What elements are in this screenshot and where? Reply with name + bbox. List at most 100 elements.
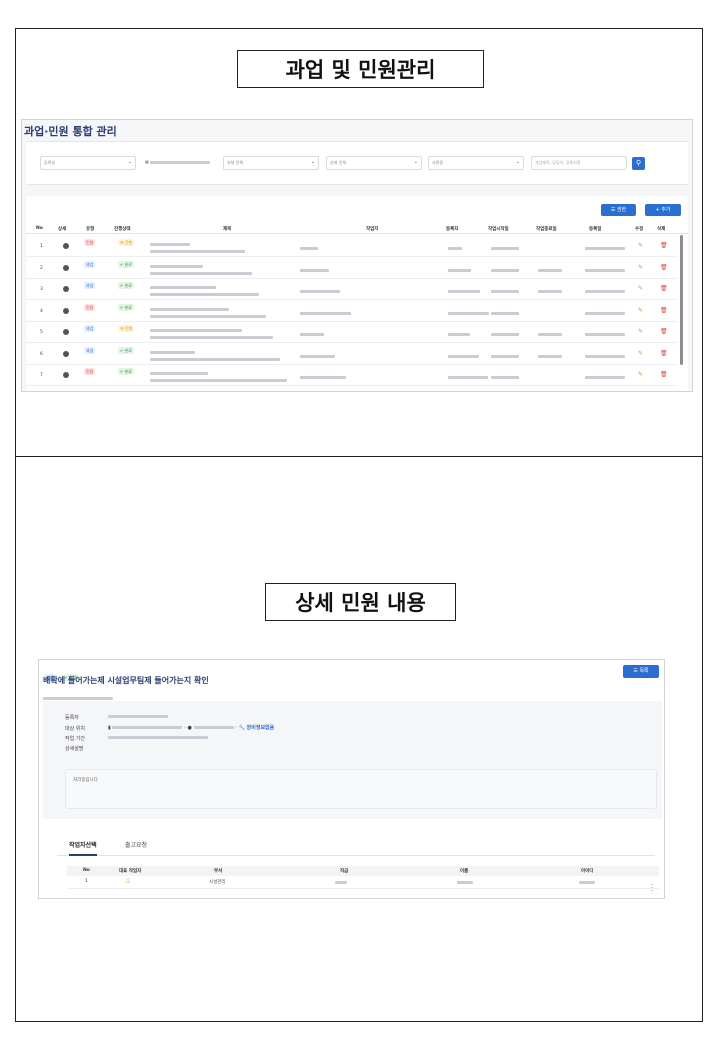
table-row[interactable]: 2 과업 ✔ 완료 ✎ 🗑︎ [26, 258, 678, 279]
tab-release-request[interactable]: 출고요청 [125, 840, 147, 849]
col-dept: 부서 [214, 869, 223, 874]
type-value: 유형 전체 [227, 160, 243, 165]
task-list-screenshot: 과업·민원 통합 관리 등록일 ⌄ ▦ 유형 전체 ⌄ 상태 전체 ⌄ 사용중 … [21, 119, 693, 392]
status-badge: ⚒ 진행 [118, 325, 135, 332]
more-options-icon[interactable]: · · · [651, 882, 653, 895]
complaint-detail-screenshot: 과업 ✔ 완료 배확에 들어가는제 시설업무팀제 들어가는지 확인 ☰ 목록 등… [38, 659, 665, 899]
table-row[interactable]: 3 과업 ✔ 완료 ✎ 🗑︎ [26, 279, 678, 300]
filter-bar: 등록일 ⌄ ▦ 유형 전체 ⌄ 상태 전체 ⌄ 사용중 ⌄ 과업제목, 담당자,… [26, 141, 688, 185]
bottom-panel: 상세 민원 내용 과업 ✔ 완료 배확에 들어가는제 시설업무팀제 들어가는지 … [15, 457, 703, 1022]
detail-section: 등록자 대상 위치 ▮ › ● › 🔧︎ 장비정보없음 작업 기간 상세설명 처… [43, 701, 662, 819]
row-no: 5 [40, 330, 43, 335]
col-location: 작업지 [366, 227, 379, 232]
table-row[interactable]: 1 👤︎ 시설관리 [67, 877, 659, 889]
wrench-icon: 🔧︎ [238, 725, 246, 731]
col-edit: 수정 [635, 227, 644, 232]
status-badge: ✔ 완료 [118, 346, 134, 354]
detail-icon[interactable] [63, 307, 69, 314]
search-input[interactable]: 과업제목, 담당자, 등록자명 [531, 156, 627, 170]
detail-icon[interactable] [63, 264, 69, 271]
date-type-value: 등록일 [44, 160, 56, 165]
edit-icon[interactable]: ✎ [638, 242, 643, 249]
equipment-link[interactable]: 장비정보없음 [247, 725, 275, 731]
floor-icon: ● [187, 725, 192, 731]
col-delete: 삭제 [657, 227, 666, 232]
chevron-right-icon: › [183, 725, 186, 731]
edit-icon[interactable]: ✎ [638, 350, 643, 357]
delete-icon[interactable]: 🗑︎ [660, 307, 668, 314]
list-button[interactable]: ☰ 목록 [623, 665, 659, 678]
delete-icon[interactable]: 🗑︎ [660, 285, 668, 292]
detail-icon[interactable] [63, 372, 69, 378]
worker-select[interactable]: 사용중 ⌄ [428, 156, 524, 170]
status-select[interactable]: 상태 전체 ⌄ [326, 156, 422, 170]
edit-icon[interactable]: ✎ [638, 264, 643, 271]
worker-table-header: No 대표 작업자 부서 직급 이름 아이디 [67, 866, 659, 876]
table-scrollbar[interactable] [680, 235, 683, 365]
col-no: No [83, 868, 90, 873]
col-title: 제목 [223, 227, 232, 232]
edit-icon[interactable]: ✎ [638, 328, 643, 335]
permission-label: 권한 [616, 207, 627, 213]
building-icon: ▮ [108, 725, 111, 731]
col-registrant: 등록자 [446, 227, 459, 232]
detail-icon[interactable] [63, 350, 69, 357]
edit-icon[interactable]: ✎ [638, 285, 643, 292]
table-row[interactable]: 7 민원 ✔ 완료 ✎ 🗑︎ [26, 365, 678, 386]
detail-icon[interactable] [63, 286, 69, 292]
date-range-value [150, 160, 211, 164]
delete-icon[interactable]: 🗑︎ [660, 242, 668, 249]
page-title: 과업·민원 통합 관리 [24, 125, 117, 138]
period-label: 작업 기간 [65, 736, 85, 742]
type-badge: 민원 [84, 368, 96, 375]
table-row[interactable]: 4 민원 ✔ 완료 ✎ 🗑︎ [26, 301, 678, 322]
row-no: 3 [40, 287, 43, 292]
add-button[interactable]: + 추가 [645, 204, 681, 216]
description-label: 상세설명 [65, 746, 84, 752]
search-button[interactable]: ⚲ [632, 157, 645, 170]
tab-worker-select[interactable]: 작업자선택 [69, 840, 97, 856]
delete-icon[interactable]: 🗑︎ [660, 371, 668, 378]
permission-button[interactable]: ☰ 권한 [601, 204, 636, 216]
registrant-label: 등록자 [65, 715, 79, 721]
edit-icon[interactable]: ✎ [638, 307, 643, 314]
detail-title: 배확에 들어가는제 시설업무팀제 들어가는지 확인 [43, 676, 209, 685]
date-range-input[interactable]: ▦ [142, 156, 216, 170]
type-select[interactable]: 유형 전체 ⌄ [223, 156, 319, 170]
location-value: ▮ › ● › 🔧︎ 장비정보없음 [108, 724, 274, 731]
worker-value: 사용중 [432, 160, 444, 165]
detail-icon[interactable] [63, 243, 69, 249]
chevron-down-icon: ⌄ [413, 159, 418, 165]
delete-icon[interactable]: 🗑︎ [660, 264, 668, 271]
col-end-date: 작업종료일 [536, 227, 557, 232]
col-id: 아이디 [581, 869, 594, 874]
type-badge: 과업 [84, 260, 96, 268]
table-row[interactable]: 1 민원 ⚒ 진행 ✎ 🗑︎ [26, 236, 678, 257]
type-badge: 과업 [84, 282, 96, 289]
row-no: 4 [40, 308, 43, 314]
lead-worker-icon[interactable]: 👤︎ [125, 879, 131, 884]
delete-icon[interactable]: 🗑︎ [660, 328, 668, 335]
col-lead-worker: 대표 작업자 [119, 869, 142, 874]
col-type: 유형 [86, 227, 95, 232]
row-no: 1 [40, 244, 43, 249]
edit-icon[interactable]: ✎ [638, 371, 643, 378]
calendar-icon: ▦ [145, 159, 149, 164]
type-badge: 민원 [84, 239, 96, 246]
list-button-label: 목록 [639, 668, 649, 674]
chevron-down-icon: ⌄ [515, 159, 520, 165]
table-row[interactable]: 5 과업 ⚒ 진행 ✎ 🗑︎ [26, 322, 678, 343]
delete-icon[interactable]: 🗑︎ [660, 350, 668, 357]
type-badge: 민원 [84, 303, 96, 311]
row-no: 7 [40, 373, 43, 378]
table-row[interactable]: 6 과업 ✔ 완료 ✎ 🗑︎ [26, 344, 678, 365]
detail-icon[interactable] [63, 329, 69, 335]
memo-box: 처리중입니다 [65, 769, 657, 809]
date-type-select[interactable]: 등록일 ⌄ [40, 156, 136, 170]
caption-task-management: 과업 및 민원관리 [237, 50, 484, 88]
col-reg-date: 등록일 [589, 227, 602, 232]
status-badge: ✔ 완료 [118, 368, 134, 375]
registrant-value [108, 714, 168, 720]
type-badge: 과업 [84, 325, 96, 332]
task-table: ☰ 권한 + 추가 No 상세 유형 진행상태 제목 작업지 등록자 작업시작일… [26, 196, 688, 391]
